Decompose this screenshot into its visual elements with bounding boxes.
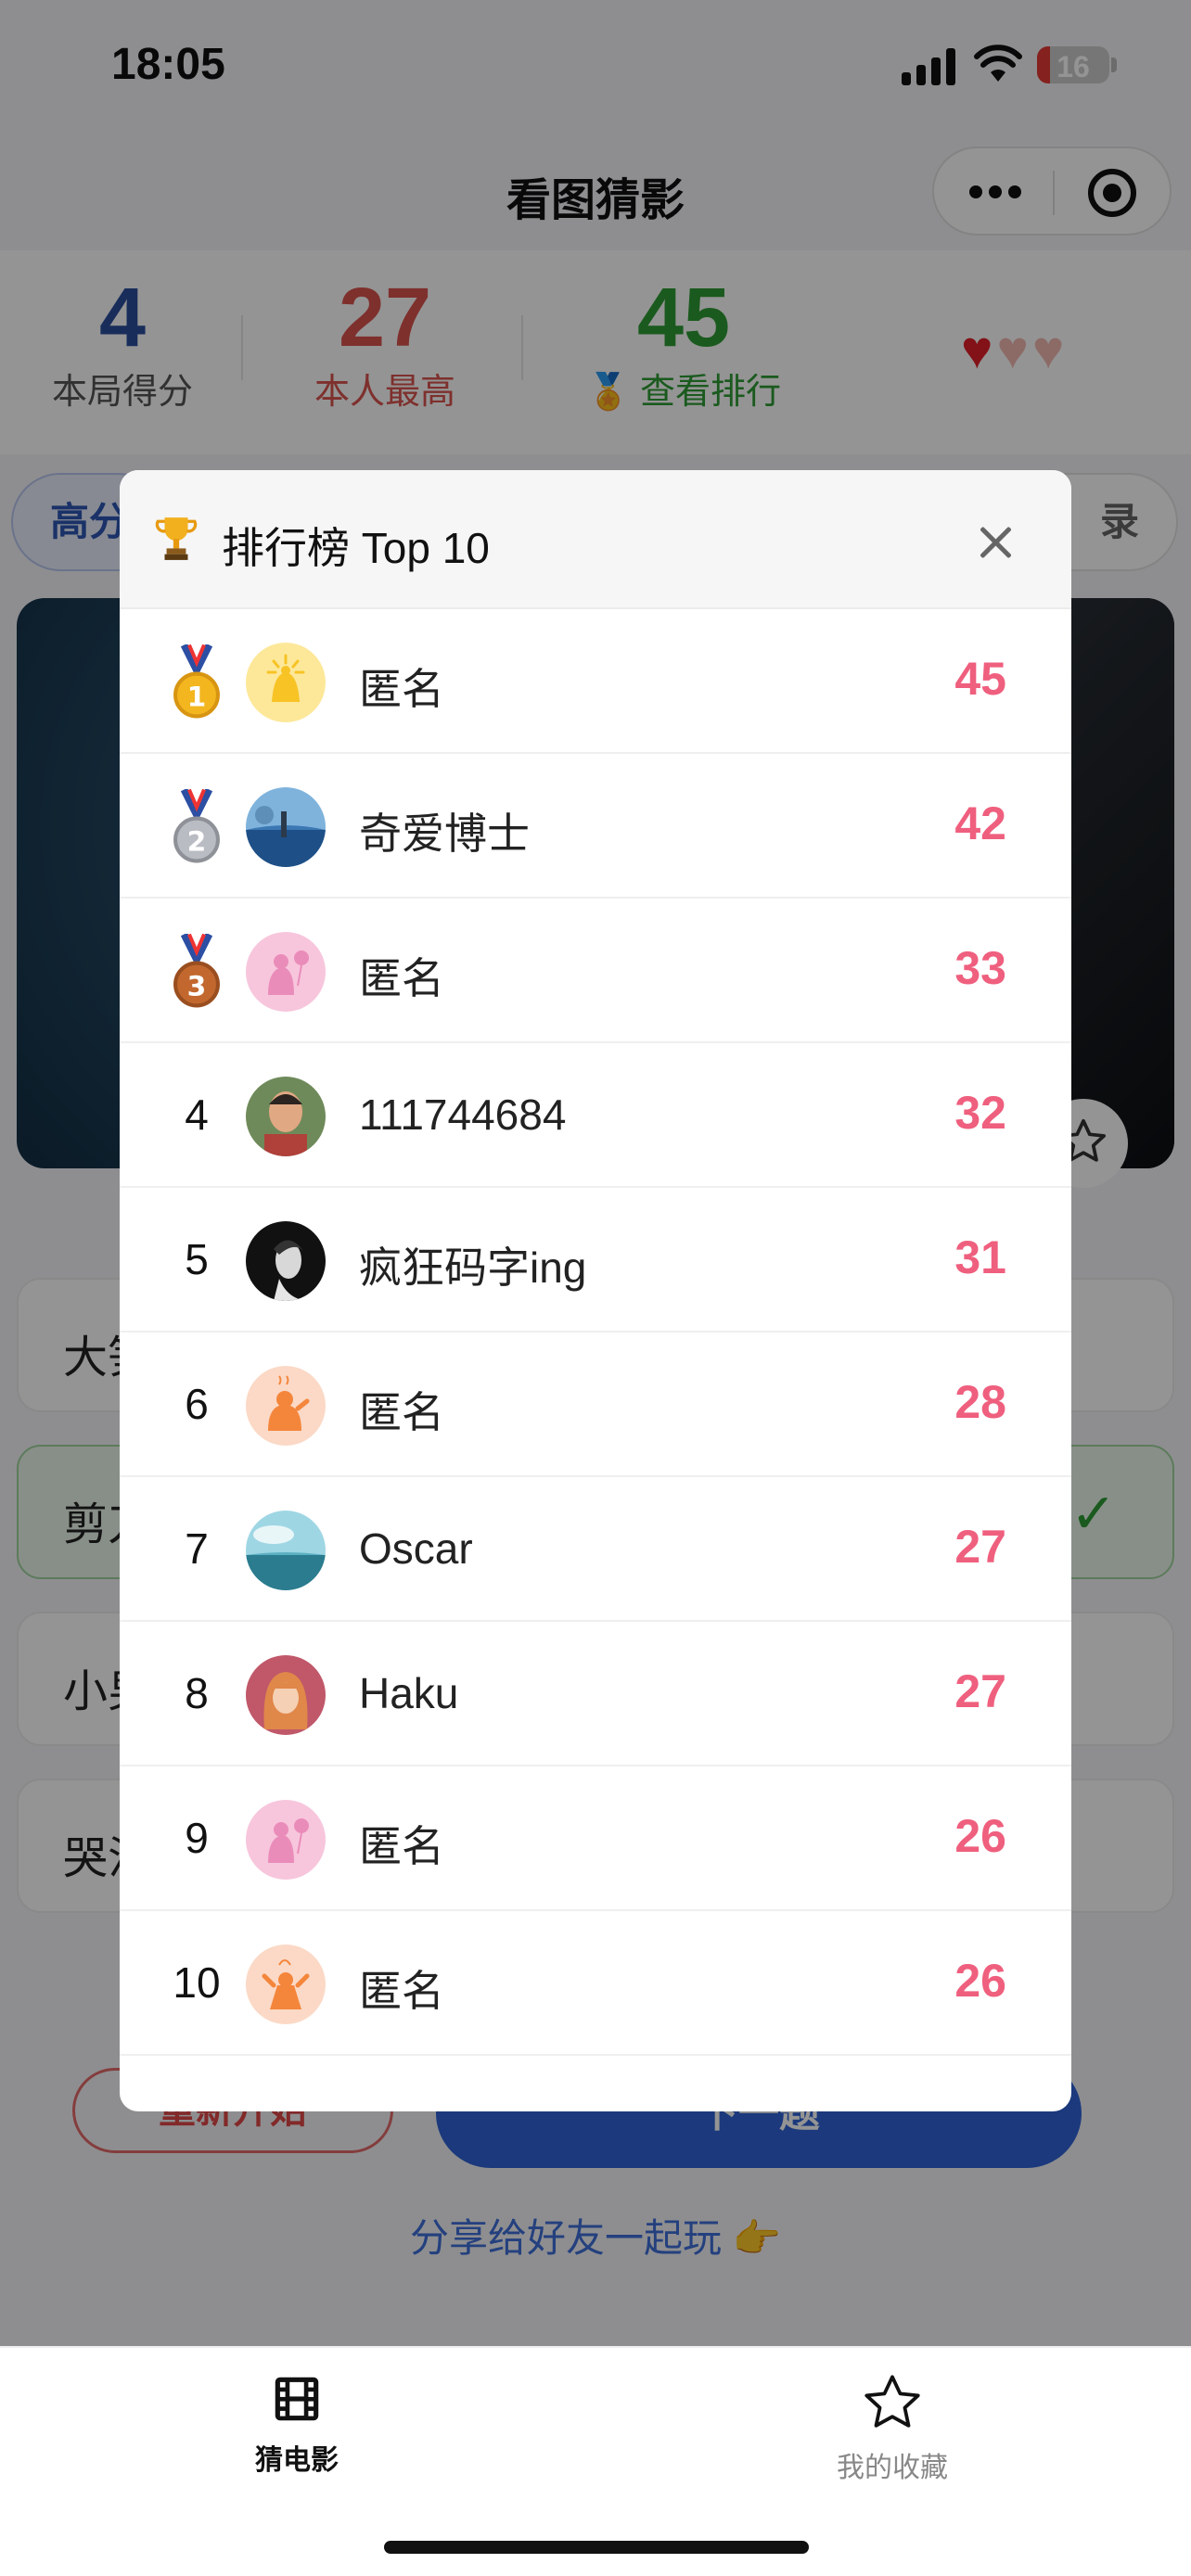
leaderboard-row: 6 匿名 28 xyxy=(120,1333,1071,1477)
rank-number: 5 xyxy=(185,1235,209,1283)
rank-number: 9 xyxy=(185,1814,209,1862)
svg-text:1: 1 xyxy=(187,682,207,714)
tab-guess-movie[interactable]: 猜电影 xyxy=(195,2370,399,2478)
avatar xyxy=(246,1366,326,1446)
leaderboard-row: 4 111744684 32 xyxy=(120,1043,1071,1188)
player-score: 33 xyxy=(954,942,1006,994)
svg-text:3: 3 xyxy=(187,971,207,1003)
player-score: 27 xyxy=(954,1665,1006,1717)
player-score: 31 xyxy=(954,1231,1006,1283)
player-score: 42 xyxy=(954,797,1006,849)
rank-number: 10 xyxy=(173,1958,221,2007)
leaderboard-row: 5 疯狂码字ing 31 xyxy=(120,1188,1071,1333)
avatar xyxy=(246,1077,326,1156)
player-score: 27 xyxy=(954,1521,1006,1573)
rank-number: 4 xyxy=(185,1090,209,1139)
avatar xyxy=(246,1221,326,1301)
leaderboard-header: 排行榜 Top 10 xyxy=(120,470,1071,609)
rank-number: 6 xyxy=(185,1380,209,1428)
leaderboard-row: 3 匿名 33 xyxy=(120,899,1071,1043)
avatar xyxy=(246,643,326,722)
leaderboard-row: 1 匿名 45 xyxy=(120,609,1071,754)
player-name: 匿名 xyxy=(359,954,444,1002)
silver-medal-icon: 2 xyxy=(173,789,220,863)
leaderboard-list: 1 匿名 45 2 奇爱博士 42 3 匿名 33 4 111744684 32… xyxy=(120,609,1071,2056)
player-score: 26 xyxy=(954,1810,1006,1862)
avatar xyxy=(246,1511,326,1590)
trophy-icon xyxy=(155,517,198,560)
player-name: Haku xyxy=(359,1669,459,1717)
avatar xyxy=(246,1800,326,1880)
avatar xyxy=(246,932,326,1012)
leaderboard-row: 2 奇爱博士 42 xyxy=(120,754,1071,899)
svg-text:2: 2 xyxy=(187,826,207,859)
gold-medal-icon: 1 xyxy=(173,644,220,719)
home-indicator xyxy=(384,2541,809,2554)
player-score: 45 xyxy=(954,653,1006,705)
player-name: 奇爱博士 xyxy=(359,810,530,858)
rank-number: 8 xyxy=(185,1669,209,1717)
player-name: 111744684 xyxy=(359,1090,567,1139)
tab-label: 我的收藏 xyxy=(837,2453,948,2483)
leaderboard-row: 7 Oscar 27 xyxy=(120,1477,1071,1622)
leaderboard-row: 8 Haku 27 xyxy=(120,1622,1071,1766)
film-icon xyxy=(275,2377,319,2421)
leaderboard-title: 排行榜 Top 10 xyxy=(222,524,490,572)
avatar xyxy=(246,1655,326,1735)
player-score: 26 xyxy=(954,1955,1006,2007)
player-name: 匿名 xyxy=(359,665,444,713)
close-icon[interactable] xyxy=(971,518,1019,567)
star-icon xyxy=(864,2375,920,2428)
avatar xyxy=(246,787,326,867)
tab-my-favorites[interactable]: 我的收藏 xyxy=(790,2370,994,2485)
leaderboard-modal: 排行榜 Top 10 1 匿名 45 2 奇爱博士 42 3 匿名 33 4 1… xyxy=(120,470,1071,2111)
leaderboard-row: 10 匿名 26 xyxy=(120,1911,1071,2056)
bronze-medal-icon: 3 xyxy=(173,934,220,1008)
avatar xyxy=(246,1945,326,2024)
tab-label: 猜电影 xyxy=(255,2445,339,2476)
player-name: 疯狂码字ing xyxy=(359,1243,587,1292)
player-name: Oscar xyxy=(359,1524,473,1573)
rank-number: 7 xyxy=(185,1524,209,1573)
leaderboard-row: 9 匿名 26 xyxy=(120,1766,1071,1911)
player-name: 匿名 xyxy=(359,1967,444,2015)
player-score: 32 xyxy=(954,1087,1006,1139)
player-name: 匿名 xyxy=(359,1388,444,1436)
player-score: 28 xyxy=(954,1376,1006,1428)
player-name: 匿名 xyxy=(359,1822,444,1870)
